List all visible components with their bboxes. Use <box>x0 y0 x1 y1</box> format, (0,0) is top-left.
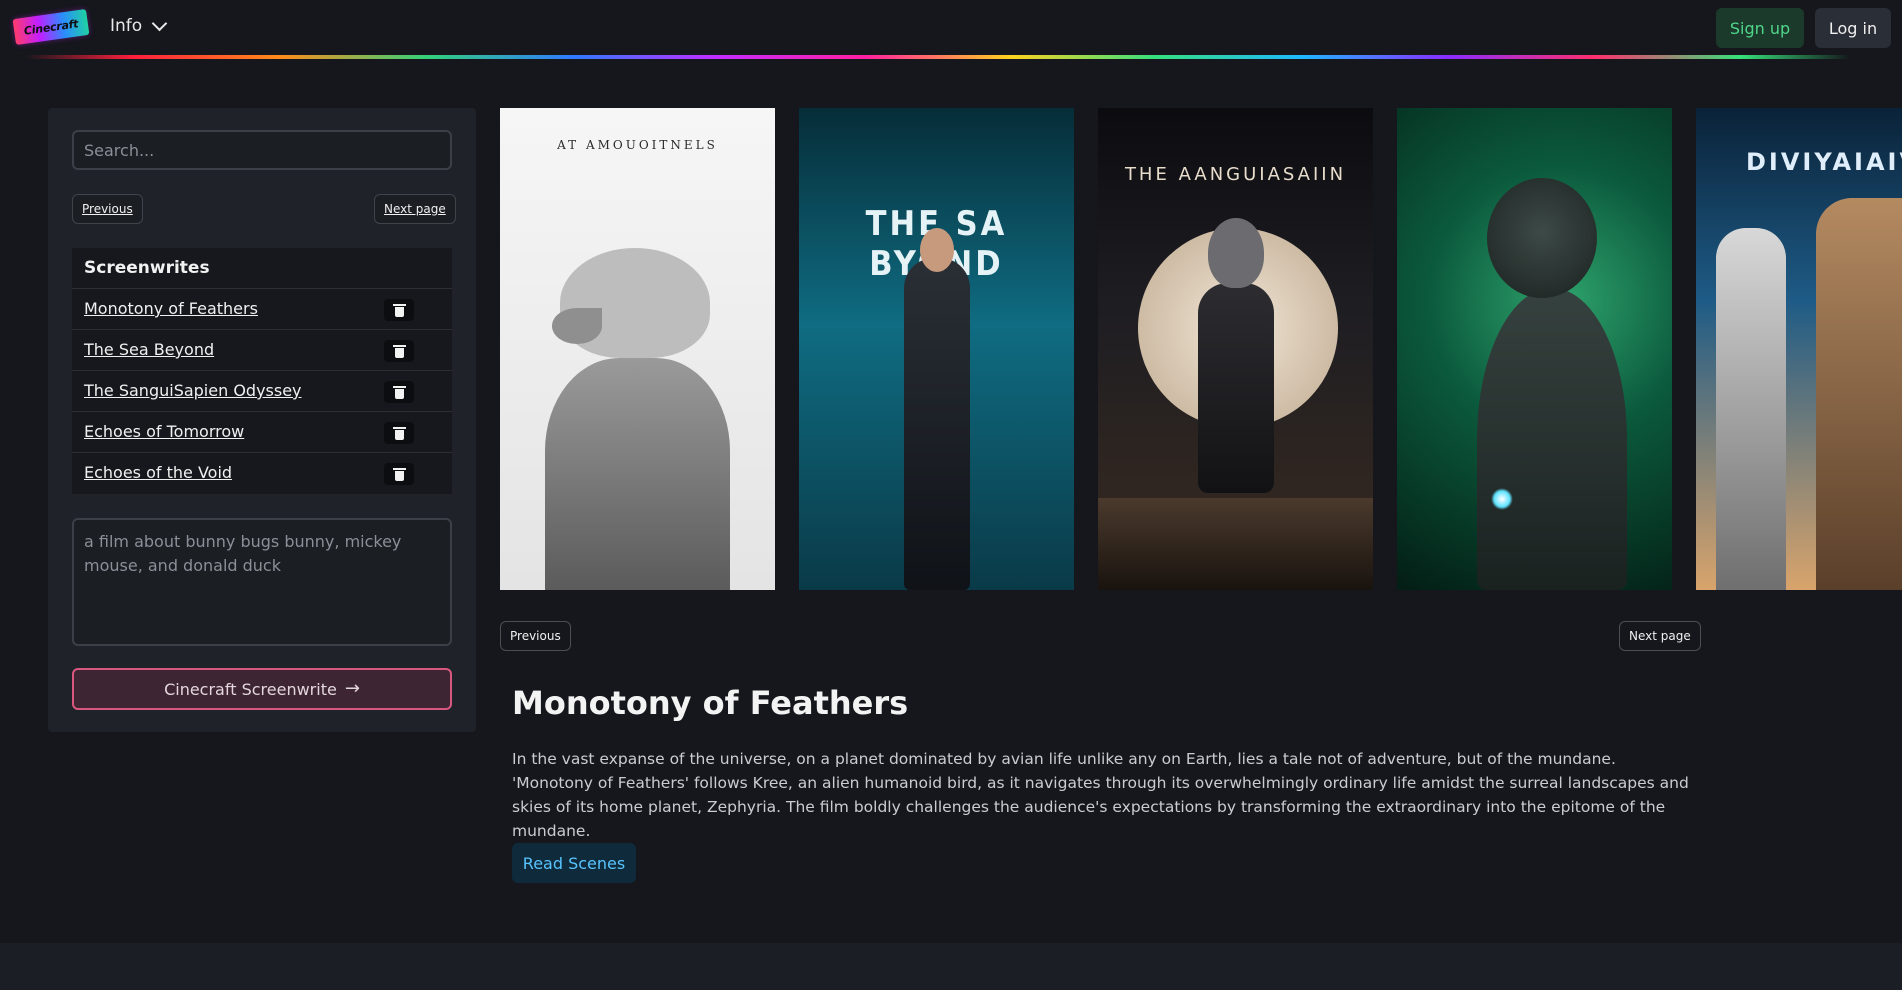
trash-icon <box>392 426 406 440</box>
screenwrite-description: In the vast expanse of the universe, on … <box>512 750 1689 840</box>
read-scenes-button[interactable]: Read Scenes <box>512 843 636 883</box>
poster-the-sanguisapien-odyssey[interactable]: THE AANGUIASAIIN <box>1098 108 1373 590</box>
poster-figure <box>552 308 602 344</box>
screenwrite-link[interactable]: The Sea Beyond <box>84 340 214 359</box>
carousel-previous-button[interactable]: Previous <box>500 621 571 651</box>
carousel-next-page-button[interactable]: Next page <box>1619 621 1701 651</box>
screenwrite-title: Monotony of Feathers <box>512 684 909 722</box>
signup-button[interactable]: Sign up <box>1716 8 1804 48</box>
screenwrite-link[interactable]: The SanguiSapien Odyssey <box>84 381 302 400</box>
poster-figure <box>904 258 970 590</box>
poster-ground <box>1098 498 1373 590</box>
screenwrite-link[interactable]: Echoes of the Void <box>84 463 232 482</box>
rainbow-divider <box>25 55 1850 59</box>
sidebar-previous-button[interactable]: Previous <box>72 194 143 224</box>
poster-figure <box>1816 198 1902 590</box>
list-item: Echoes of Tomorrow <box>72 411 452 452</box>
trash-icon <box>392 467 406 481</box>
search-input[interactable] <box>72 130 452 170</box>
delete-button[interactable] <box>384 340 414 362</box>
delete-button[interactable] <box>384 463 414 485</box>
poster-figure <box>1487 178 1597 298</box>
poster-title: DIVIYAIAIVFO <box>1746 148 1902 176</box>
top-nav: Cinecraft Info Sign up Log in <box>0 0 1902 59</box>
delete-button[interactable] <box>384 422 414 444</box>
delete-button[interactable] <box>384 299 414 321</box>
poster-title: THE AANGUIASAIIN <box>1124 164 1347 185</box>
logo[interactable]: Cinecraft <box>12 8 90 46</box>
screenwrite-link[interactable]: Echoes of Tomorrow <box>84 422 244 441</box>
list-item: The Sea Beyond <box>72 329 452 370</box>
screenwrite-link[interactable]: Monotony of Feathers <box>84 299 258 318</box>
sidebar-next-page-button[interactable]: Next page <box>374 194 456 224</box>
poster-figure <box>1477 288 1627 590</box>
trash-icon <box>392 344 406 358</box>
logo-text: Cinecraft <box>22 16 80 38</box>
poster-figure <box>1716 228 1786 590</box>
info-menu[interactable]: Info <box>110 15 168 36</box>
screenwrites-list: Screenwrites Monotony of Feathers The Se… <box>72 248 452 494</box>
poster-title: AT AMOUOITNELS <box>557 138 718 152</box>
chevron-down-icon <box>151 15 168 32</box>
poster-figure <box>920 228 954 272</box>
list-item: Echoes of the Void <box>72 452 452 493</box>
cinecraft-screenwrite-button[interactable]: Cinecraft Screenwrite → <box>72 668 452 710</box>
poster-figure <box>545 358 730 590</box>
info-menu-label: Info <box>110 16 143 36</box>
poster-glow <box>1491 488 1513 510</box>
prompt-textarea[interactable] <box>72 518 452 646</box>
poster-echoes-of-tomorrow[interactable] <box>1397 108 1672 590</box>
delete-button[interactable] <box>384 381 414 403</box>
sidebar: Previous Next page Screenwrites Monotony… <box>48 108 476 732</box>
poster-figure <box>1198 283 1274 493</box>
screenwrites-heading: Screenwrites <box>84 258 210 278</box>
list-item: Monotony of Feathers <box>72 288 452 329</box>
list-item: The SanguiSapien Odyssey <box>72 370 452 411</box>
poster-monotony-of-feathers[interactable]: AT AMOUOITNELS <box>500 108 775 590</box>
poster-the-sea-beyond[interactable]: THE SA BYOND <box>799 108 1074 590</box>
footer <box>0 943 1902 990</box>
trash-icon <box>392 385 406 399</box>
poster-figure <box>1208 218 1264 288</box>
screenwrite-button-label: Cinecraft Screenwrite <box>164 679 337 699</box>
trash-icon <box>392 303 406 317</box>
arrow-right-icon: → <box>344 678 360 699</box>
login-button[interactable]: Log in <box>1815 8 1891 48</box>
poster-echoes-of-the-void[interactable]: DIVIYAIAIVFO <box>1696 108 1902 590</box>
